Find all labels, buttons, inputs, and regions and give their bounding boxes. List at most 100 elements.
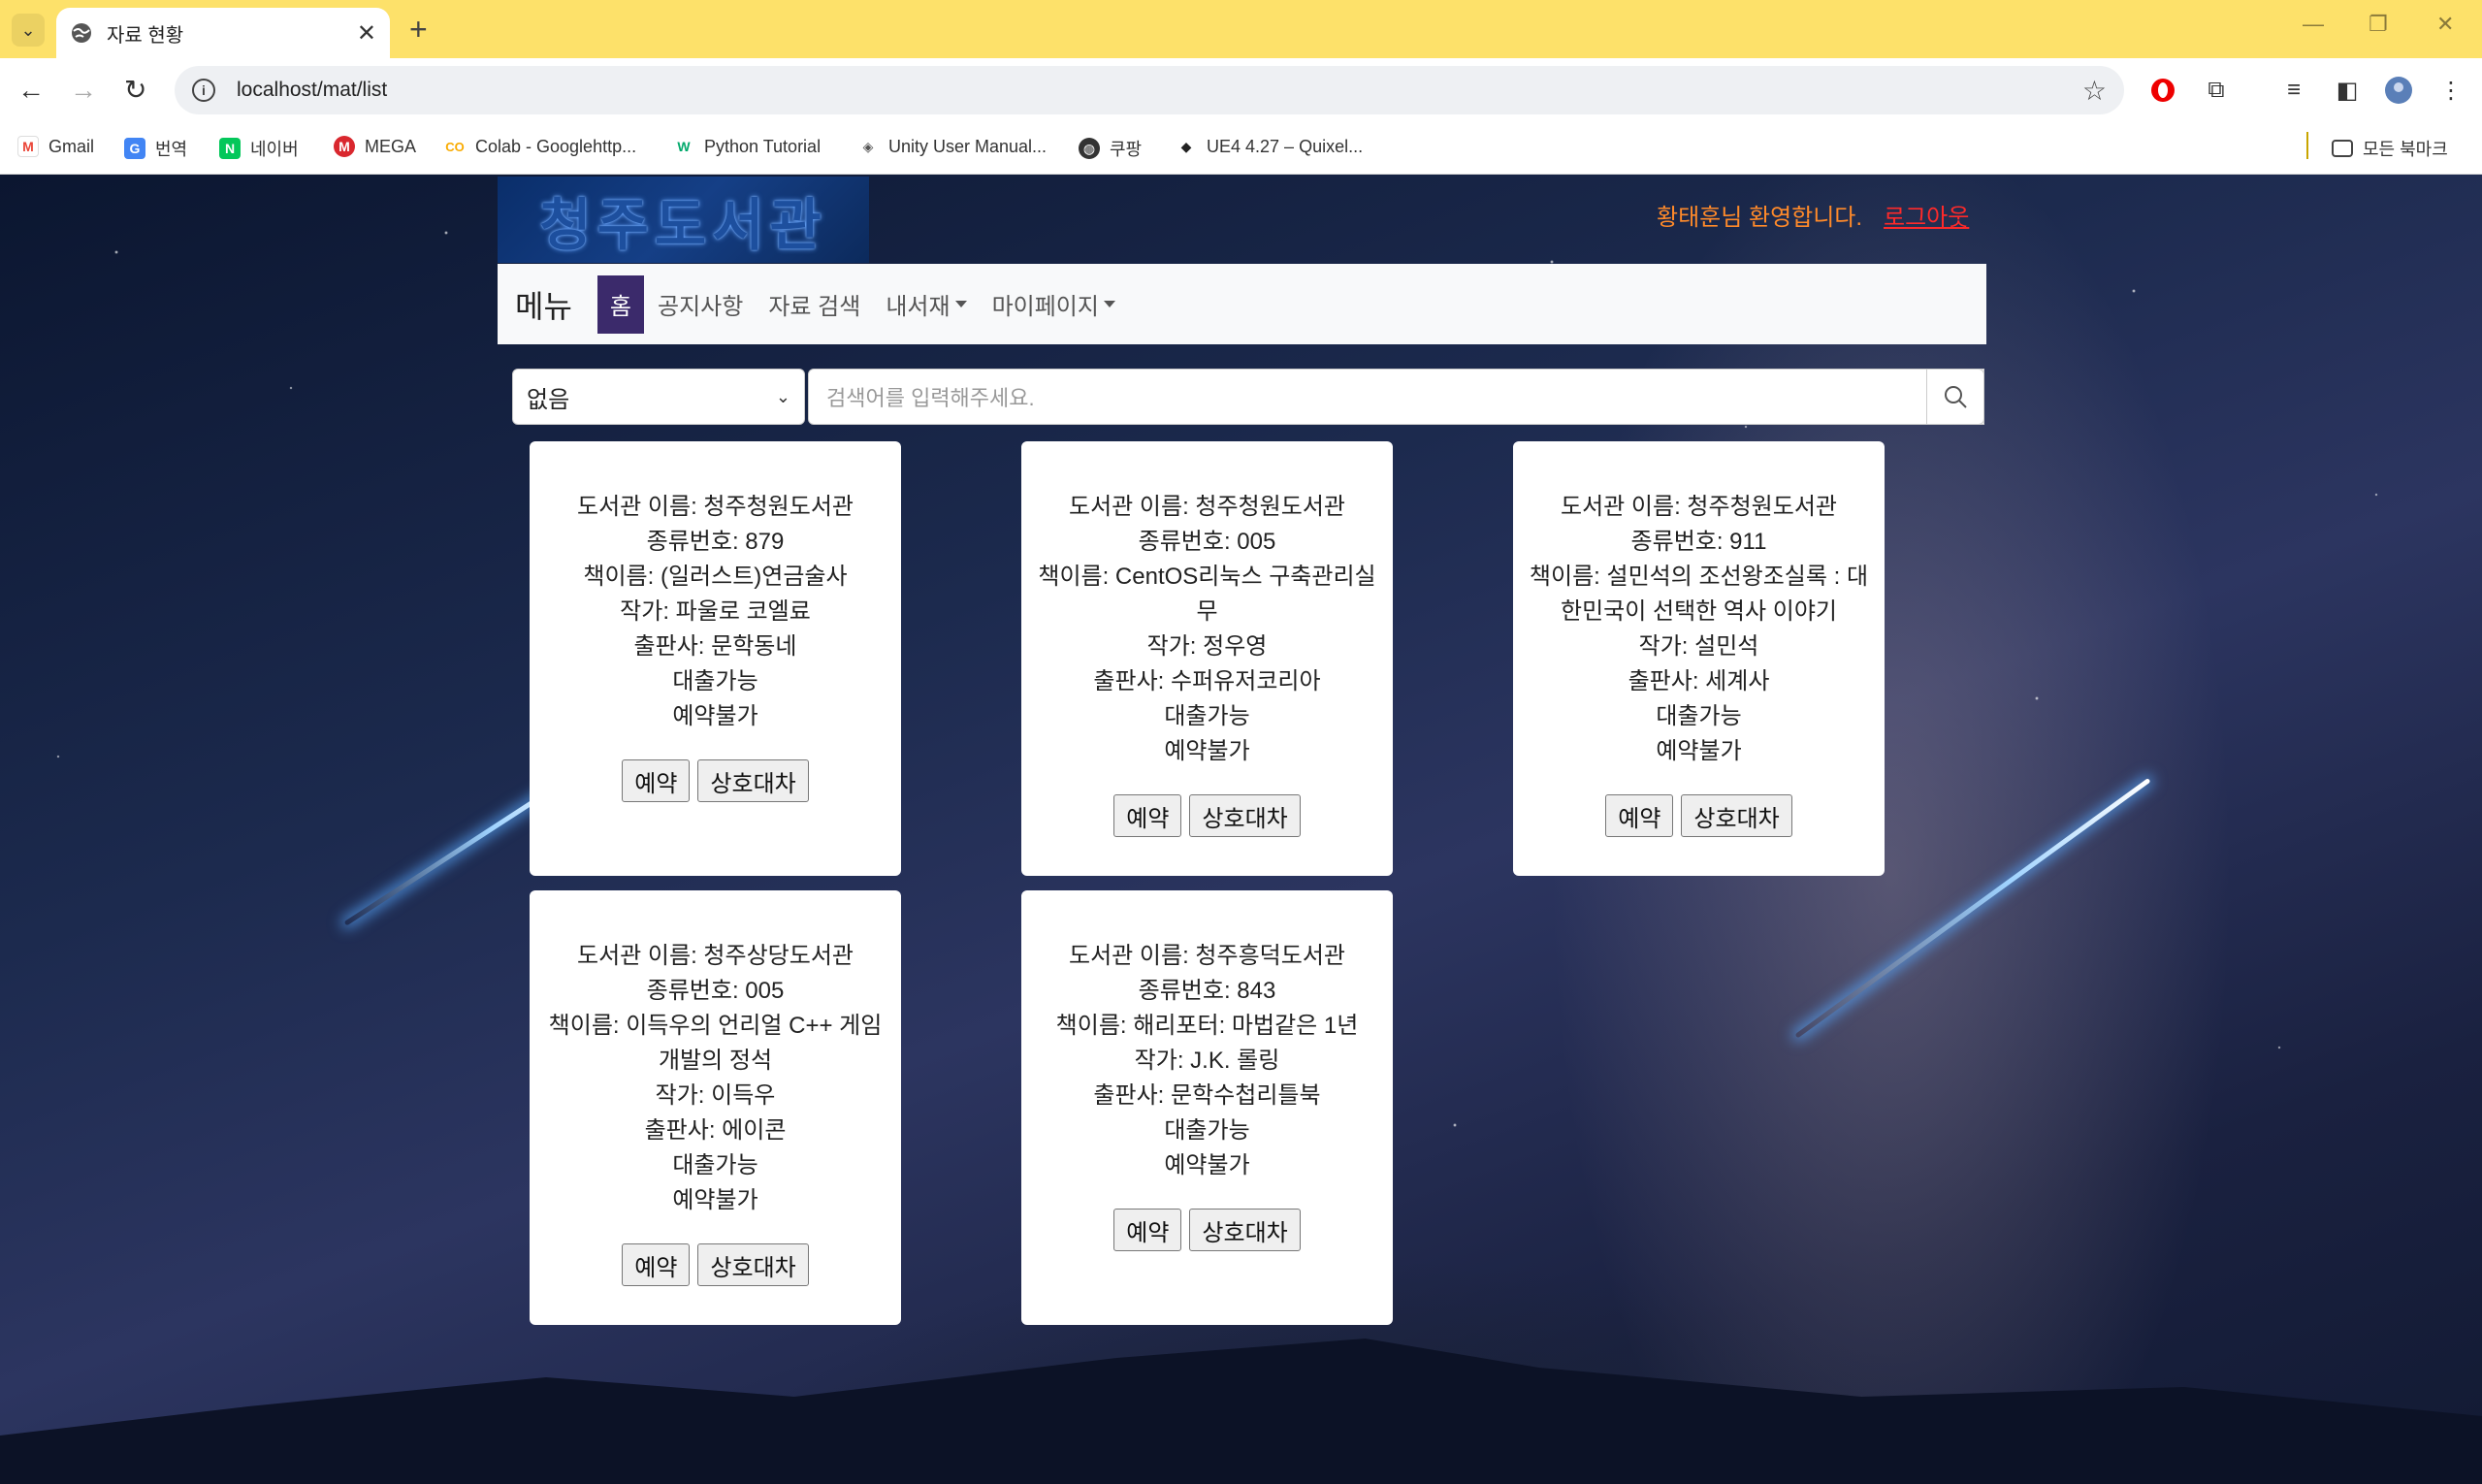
restore-icon[interactable]: ❐ — [2369, 12, 2388, 37]
reserve-button[interactable]: 예약 — [622, 759, 691, 802]
mega-icon: M — [334, 136, 355, 157]
bookmark-label: UE4 4.27 – Quixel... — [1207, 136, 1364, 156]
card-class-number: 종류번호: 005 — [1138, 529, 1276, 555]
site-info-icon[interactable]: i — [192, 79, 215, 102]
browser-tab[interactable]: 자료 현황 ✕ — [56, 8, 390, 58]
reload-icon[interactable]: ↻ — [124, 74, 146, 107]
search-category-select[interactable]: 없음 ⌄ — [512, 369, 805, 425]
reserve-button[interactable]: 예약 — [1605, 794, 1674, 837]
nav-mypage[interactable]: 마이페이지 — [992, 287, 1115, 321]
page-content: 청주도서관 황태훈님 환영합니다. 로그아웃 메뉴 홈 공지사항 자료 검색 내… — [0, 175, 2482, 1484]
card-publisher: 출판사: 에이콘 — [644, 1117, 787, 1144]
close-window-icon[interactable]: ✕ — [2436, 12, 2454, 37]
translate-icon: G — [124, 138, 145, 159]
nav-home[interactable]: 홈 — [596, 274, 644, 334]
interlibrary-loan-button[interactable]: 상호대차 — [1681, 794, 1792, 837]
tab-search-button[interactable]: ⌄ — [12, 14, 45, 47]
card-reserve-status: 예약불가 — [1656, 738, 1742, 764]
caret-down-icon — [1103, 301, 1115, 307]
card-author: 작가: J.K. 롤링 — [1134, 1048, 1280, 1074]
tab-title: 자료 현황 — [107, 24, 184, 47]
address-bar[interactable]: i localhost/mat/list ☆ — [175, 66, 2124, 114]
card-loan-status: 대출가능 — [672, 668, 758, 694]
card-author: 작가: 이득우 — [655, 1082, 776, 1109]
card-library: 도서관 이름: 청주상당도서관 — [577, 943, 854, 969]
book-card: 도서관 이름: 청주청원도서관 종류번호: 879 책이름: (일러스트)연금술사 작… — [530, 441, 901, 876]
bookmark-mega[interactable]: M MEGA — [334, 136, 416, 157]
card-actions: 예약 상호대차 — [1021, 794, 1393, 837]
bookmark-label: 번역 — [155, 140, 188, 159]
logout-link[interactable]: 로그아웃 — [1884, 198, 1969, 232]
search-input[interactable]: 검색어를 입력해주세요. — [808, 369, 1984, 425]
bookmark-gmail[interactable]: M Gmail — [17, 136, 94, 157]
naver-icon: N — [219, 138, 241, 159]
interlibrary-loan-button[interactable]: 상호대차 — [697, 1243, 809, 1286]
bookmark-label: Colab - Googlehttp... — [475, 136, 637, 156]
bookmark-unity[interactable]: ◈ Unity User Manual... — [857, 136, 1047, 157]
bookmark-python-tutorial[interactable]: W Python Tutorial — [673, 136, 821, 157]
site-logo[interactable]: 청주도서관 — [498, 177, 869, 263]
bookmarks-divider — [2306, 132, 2308, 159]
card-class-number: 종류번호: 879 — [646, 529, 785, 555]
nav-notice[interactable]: 공지사항 — [658, 287, 743, 321]
card-loan-status: 대출가능 — [672, 1152, 758, 1178]
bookmark-label: Gmail — [48, 136, 95, 156]
bookmark-naver[interactable]: N 네이버 — [219, 136, 299, 161]
book-card: 도서관 이름: 청주상당도서관 종류번호: 005 책이름: 이득우의 언리얼 C+… — [530, 890, 901, 1325]
card-author: 작가: 정우영 — [1146, 633, 1268, 660]
search-placeholder: 검색어를 입력해주세요. — [826, 386, 1035, 410]
card-class-number: 종류번호: 843 — [1138, 978, 1276, 1004]
card-book-title: 책이름: (일러스트)연금술사 — [583, 564, 848, 590]
reserve-button[interactable]: 예약 — [622, 1243, 691, 1286]
menu-kebab-icon[interactable]: ⋮ — [2436, 76, 2466, 105]
unity-icon: ◈ — [857, 136, 879, 157]
opera-extension-icon[interactable] — [2148, 76, 2177, 105]
profile-avatar[interactable] — [2384, 76, 2413, 105]
all-bookmarks-label: 모든 북마크 — [2363, 140, 2448, 159]
bookmark-label: Unity User Manual... — [888, 136, 1048, 156]
side-panel-icon[interactable]: ◧ — [2333, 76, 2362, 105]
globe-icon: ◍ — [1079, 138, 1100, 159]
close-tab-icon[interactable]: ✕ — [357, 19, 376, 48]
bookmark-translate[interactable]: G 번역 — [124, 136, 187, 161]
card-book-title: 책이름: 설민석의 조선왕조실록 : 대한민국이 선택한 역사 이야기 — [1529, 564, 1869, 625]
minimize-icon[interactable]: — — [2303, 12, 2324, 37]
forward-arrow-icon[interactable]: → — [70, 74, 97, 107]
bookmark-label: 네이버 — [250, 140, 299, 159]
main-navbar: 메뉴 홈 공지사항 자료 검색 내서재 마이페이지 — [498, 264, 1986, 344]
nav-my-library[interactable]: 내서재 — [886, 287, 967, 321]
nav-my-library-label: 내서재 — [886, 294, 951, 320]
interlibrary-loan-button[interactable]: 상호대차 — [1189, 794, 1301, 837]
nav-mypage-label: 마이페이지 — [991, 294, 1099, 320]
new-tab-button[interactable]: + — [409, 12, 428, 48]
bookmark-quixel[interactable]: ◆ UE4 4.27 – Quixel... — [1176, 136, 1363, 157]
card-book-title: 책이름: CentOS리눅스 구축관리실무 — [1038, 564, 1376, 625]
gmail-icon: M — [17, 136, 39, 157]
card-library: 도서관 이름: 청주청원도서관 — [577, 494, 854, 520]
book-card: 도서관 이름: 청주청원도서관 종류번호: 005 책이름: CentOS리눅스 구… — [1021, 441, 1393, 876]
back-arrow-icon[interactable]: ← — [17, 74, 45, 107]
card-publisher: 출판사: 문학동네 — [633, 633, 797, 660]
globe-icon — [72, 23, 91, 43]
select-value: 없음 — [527, 386, 570, 413]
navbar-brand[interactable]: 메뉴 — [515, 282, 572, 327]
card-class-number: 종류번호: 911 — [1630, 529, 1767, 555]
extensions-puzzle-icon[interactable]: ⧉ — [2202, 76, 2231, 105]
nav-search[interactable]: 자료 검색 — [768, 287, 860, 321]
bookmark-colab[interactable]: CO Colab - Googlehttp... — [444, 136, 636, 157]
url-text[interactable]: localhost/mat/list — [237, 79, 2082, 102]
all-bookmarks[interactable]: 모든 북마크 — [2332, 136, 2448, 161]
bookmark-star-icon[interactable]: ☆ — [2082, 75, 2107, 107]
bookmarks-bar: M Gmail G 번역 N 네이버 M MEGA CO Colab - Googleht… — [0, 122, 2482, 175]
bookmark-coupang[interactable]: ◍ 쿠팡 — [1079, 136, 1142, 161]
interlibrary-loan-button[interactable]: 상호대차 — [697, 759, 809, 802]
card-loan-status: 대출가능 — [1656, 703, 1742, 729]
reserve-button[interactable]: 예약 — [1113, 1209, 1182, 1251]
colab-icon: CO — [444, 136, 466, 157]
media-queue-icon[interactable]: ≡ — [2279, 76, 2308, 105]
search-button[interactable] — [1926, 369, 1984, 425]
card-class-number: 종류번호: 005 — [646, 978, 785, 1004]
bookmark-label: MEGA — [365, 136, 417, 156]
interlibrary-loan-button[interactable]: 상호대차 — [1189, 1209, 1301, 1251]
reserve-button[interactable]: 예약 — [1113, 794, 1182, 837]
